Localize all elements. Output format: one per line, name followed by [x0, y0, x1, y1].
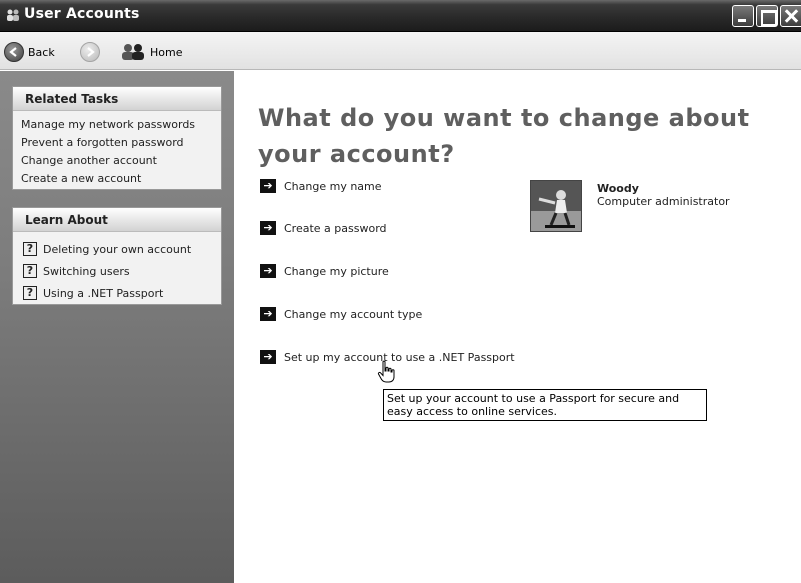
related-tasks-title: Related Tasks: [13, 87, 221, 111]
action-change-account-type[interactable]: ➔ Change my account type: [260, 307, 422, 321]
learn-about-title: Learn About: [13, 208, 221, 232]
help-icon: ?: [23, 242, 37, 256]
help-link-net-passport[interactable]: ? Using a .NET Passport: [13, 282, 221, 304]
forward-arrow-icon: [80, 42, 100, 62]
toolbar: Back Home: [0, 32, 801, 70]
action-change-name[interactable]: ➔ Change my name: [260, 179, 382, 193]
users-icon: [7, 9, 19, 21]
help-link-deleting-account[interactable]: ? Deleting your own account: [13, 238, 221, 260]
hand-cursor-icon: [377, 360, 395, 383]
back-arrow-icon: [4, 42, 24, 62]
window-title: User Accounts: [24, 6, 140, 22]
action-label: Change my picture: [284, 264, 389, 278]
arrow-right-icon: ➔: [260, 221, 276, 235]
related-tasks-box: Related Tasks Manage my network password…: [12, 86, 222, 190]
action-change-picture[interactable]: ➔ Change my picture: [260, 264, 389, 278]
close-button[interactable]: [780, 5, 801, 27]
minimize-button[interactable]: [732, 5, 754, 27]
task-link-change-another-account[interactable]: Change another account: [13, 152, 221, 170]
maximize-button[interactable]: [756, 5, 778, 27]
arrow-right-icon: ➔: [260, 179, 276, 193]
help-icon: ?: [23, 286, 37, 300]
action-label: Set up my account to use a .NET Passport: [284, 350, 515, 364]
arrow-right-icon: ➔: [260, 264, 276, 278]
home-label: Home: [150, 45, 183, 59]
action-create-password[interactable]: ➔ Create a password: [260, 221, 387, 235]
help-link-switching-users[interactable]: ? Switching users: [13, 260, 221, 282]
action-label: Create a password: [284, 221, 387, 235]
users-home-icon: [122, 44, 144, 60]
task-link-manage-passwords[interactable]: Manage my network passwords: [13, 116, 221, 134]
avatar: [530, 180, 582, 232]
help-link-label: Deleting your own account: [43, 242, 192, 256]
arrow-right-icon: ➔: [260, 350, 276, 364]
help-link-label: Switching users: [43, 264, 130, 278]
task-link-prevent-forgotten-password[interactable]: Prevent a forgotten password: [13, 134, 221, 152]
back-button[interactable]: Back: [4, 41, 55, 63]
action-label: Change my account type: [284, 307, 423, 321]
user-name: Woody: [597, 182, 639, 195]
arrow-right-icon: ➔: [260, 307, 276, 321]
home-button[interactable]: Home: [120, 41, 182, 63]
help-icon: ?: [23, 264, 37, 278]
task-pane: Related Tasks Manage my network password…: [0, 71, 234, 583]
learn-about-box: Learn About ? Deleting your own account …: [12, 207, 222, 305]
page-title: What do you want to change about your ac…: [258, 104, 750, 168]
action-label: Change my name: [284, 179, 382, 193]
help-link-label: Using a .NET Passport: [43, 286, 164, 300]
forward-button[interactable]: [80, 41, 100, 63]
title-bar: User Accounts: [0, 0, 801, 32]
tooltip: Set up your account to use a Passport fo…: [383, 389, 707, 421]
task-link-create-new-account[interactable]: Create a new account: [13, 170, 221, 188]
user-role: Computer administrator: [597, 195, 730, 208]
back-label: Back: [28, 45, 55, 59]
